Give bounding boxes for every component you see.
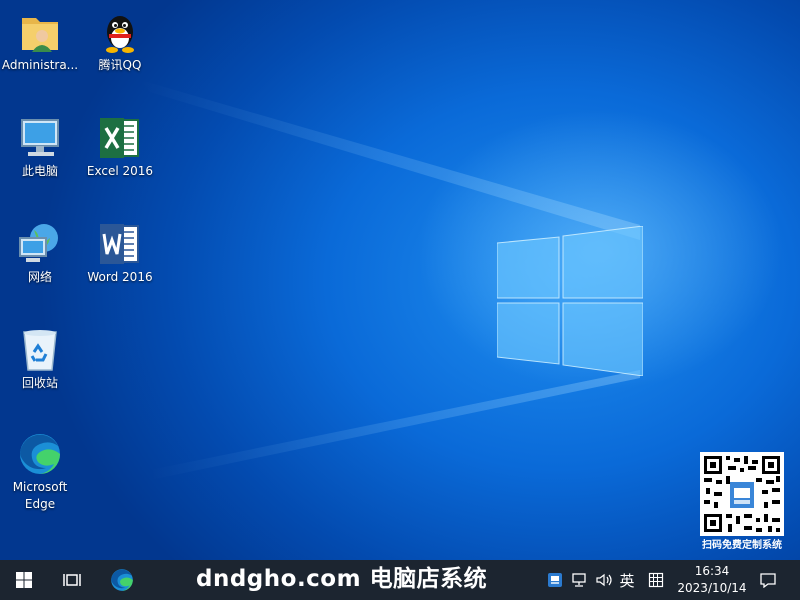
icon-label: Administra... [1,58,79,72]
icon-label: 此电脑 [21,164,58,178]
network-tray-button[interactable] [568,560,590,600]
taskbar: dndgho.com 电脑店系统 英 16:34 2023/10/14 [0,560,800,600]
desktop-icon-recycle-bin[interactable]: 回收站 [0,326,80,392]
network-wired-icon [572,573,586,587]
icon-label: Microsoft Edge [12,480,68,511]
icon-label: 网络 [27,270,52,284]
computer-icon [21,119,59,156]
tray-app-button[interactable] [544,560,566,600]
excel-icon [100,118,139,158]
network-globe-icon [19,224,58,262]
windows-logo-wallpaper [497,226,643,376]
desktop-icon-excel[interactable]: Excel 2016 [80,114,160,180]
task-view-icon [63,574,81,586]
qr-code [700,452,784,536]
edge-icon [111,569,133,591]
icon-label: Word 2016 [87,270,153,284]
start-button[interactable] [0,560,48,600]
notification-icon [760,573,776,588]
qq-penguin-icon [106,16,134,53]
recycle-bin-icon [23,330,57,371]
clock-time: 16:34 [694,564,730,578]
desktop-icon-administrator[interactable]: Administra... [0,8,80,74]
notification-center-button[interactable] [754,560,782,600]
task-view-button[interactable] [48,560,96,600]
taskbar-clock[interactable]: 16:34 2023/10/14 [672,560,752,600]
clock-date: 2023/10/14 [677,581,747,595]
icon-label: 腾讯QQ [98,58,142,72]
user-folder-icon [22,18,58,52]
desktop[interactable]: Administra... 腾讯QQ 此电脑 Excel 2016 网络 Wor… [0,0,800,560]
edge-icon [20,434,60,474]
desktop-icon-qq[interactable]: 腾讯QQ [80,8,160,74]
windows-start-icon [16,572,32,588]
volume-tray-button[interactable] [592,560,616,600]
taskbar-banner: dndgho.com 电脑店系统 [196,566,488,592]
speaker-icon [596,573,612,587]
desktop-icon-network[interactable]: 网络 [0,220,80,286]
desktop-icon-this-pc[interactable]: 此电脑 [0,114,80,180]
tray-app-icon [548,573,562,587]
icon-label: Excel 2016 [86,164,154,178]
icon-label: 回收站 [21,376,58,390]
ime-language-button[interactable]: 英 [616,560,638,600]
keyboard-grid-icon [648,572,664,588]
taskbar-edge-button[interactable] [98,560,146,600]
ime-mode-button[interactable] [644,560,668,600]
desktop-icon-edge[interactable]: Microsoft Edge [0,430,80,513]
word-icon [100,224,139,264]
desktop-icon-word[interactable]: Word 2016 [80,220,160,286]
qr-caption: 扫码免费定制系统 [702,540,782,551]
